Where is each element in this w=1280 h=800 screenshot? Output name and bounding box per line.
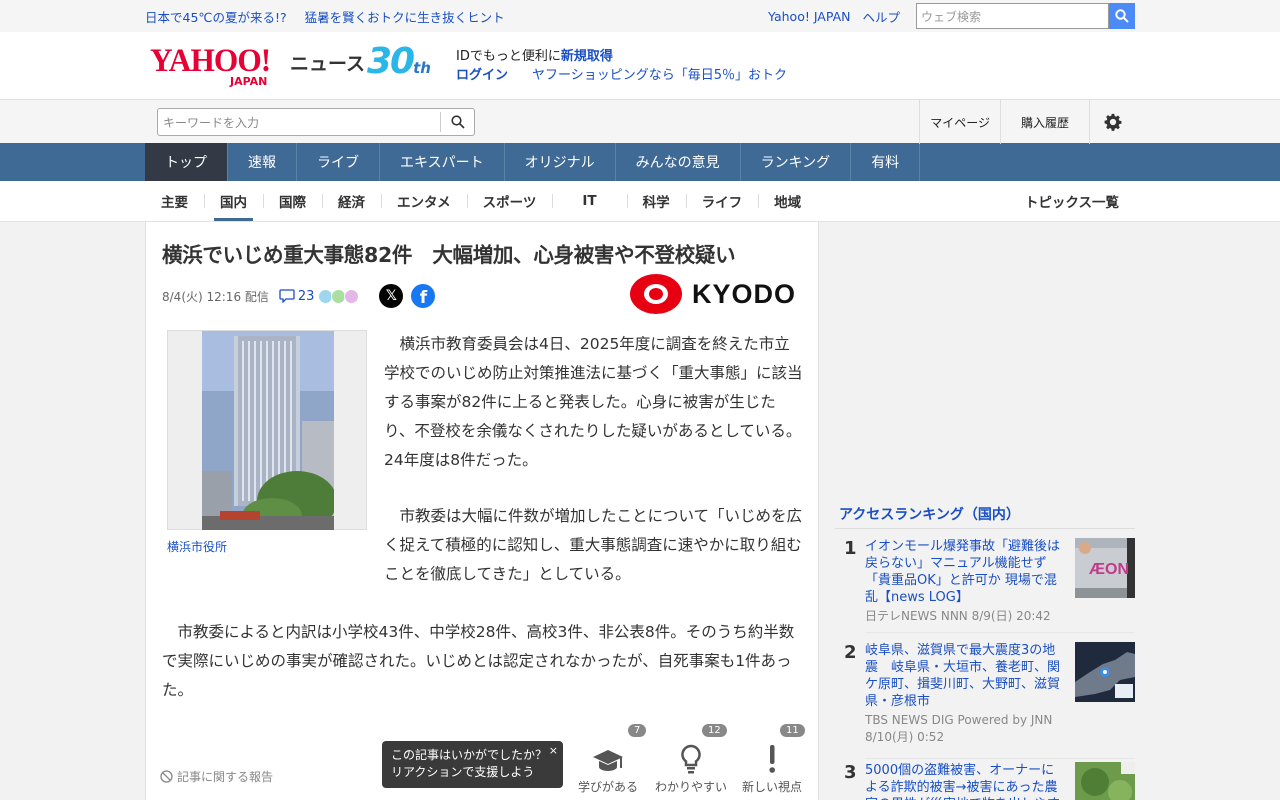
tab-expert[interactable]: エキスパート xyxy=(380,143,505,181)
exclamation-icon xyxy=(740,738,804,774)
ranking-source: 日テレNEWS NNN 8/9(日) 20:42 xyxy=(865,609,1051,623)
account-area: IDでもっと便利に新規取得 ログイン ヤフーショッピングなら「毎日5％」おトク xyxy=(456,47,787,85)
search-icon xyxy=(450,115,465,129)
global-nav: トップ 速報 ライブ エキスパート オリジナル みんなの意見 ランキング 有料 xyxy=(0,143,1280,181)
divider xyxy=(865,632,1135,633)
ranking-title[interactable]: イオンモール爆発事故「避難後は戻らない」マニュアル機能せず「貴重品OK」と許可か… xyxy=(865,538,1065,606)
lightbulb-icon xyxy=(654,738,728,774)
reaction-clear[interactable]: 12 わかりやすい xyxy=(654,724,728,795)
id-promo-text: IDでもっと便利に xyxy=(456,49,561,64)
tab-opinions[interactable]: みんなの意見 xyxy=(616,143,741,181)
thumbnail-text: ÆON xyxy=(1089,561,1129,578)
category-local[interactable]: 地域 xyxy=(758,181,817,221)
shopping-promo-link[interactable]: ヤフーショッピングなら「毎日5％」おトク xyxy=(532,68,787,83)
photo-caption: 横浜市役所 xyxy=(167,540,228,554)
category-main[interactable]: 主要 xyxy=(145,181,204,221)
graduation-cap-icon xyxy=(576,738,640,774)
category-entertainment[interactable]: エンタメ xyxy=(381,181,467,221)
help-link[interactable]: ヘルプ xyxy=(862,7,900,26)
promo-link-tips[interactable]: 猛暑を賢くおトクに生き抜くヒント xyxy=(305,10,505,25)
rank-number: 1 xyxy=(844,538,857,559)
utility-links: Yahoo! JAPAN ヘルプ ウェブ検索 xyxy=(768,3,1135,29)
comment-icon xyxy=(279,289,295,303)
reaction-learning[interactable]: 7 学びがある xyxy=(576,724,647,795)
kyodo-mark-icon xyxy=(629,274,682,314)
report-article-link[interactable]: 記事に関する報告 xyxy=(160,768,273,785)
article-paragraph-2: 市教委は大幅に件数が増加したことについて「いじめを広く捉えて積極的に認知し、重大… xyxy=(384,507,803,583)
top-utility-bar: 日本で45℃の夏が来る!? 猛暑を賢くおトクに生き抜くヒント Yahoo! JA… xyxy=(0,0,1280,32)
article-meta: 8/4(火) 12:16 配信 23 𝕏 f xyxy=(162,284,436,308)
yahoo-japan-logo[interactable]: YAHOO! JAPAN xyxy=(150,45,277,89)
category-it[interactable]: IT xyxy=(552,181,626,221)
publisher-logo[interactable]: KYODO xyxy=(629,274,796,314)
ranking-title[interactable]: 5000個の盗難被害、オーナーによる詐欺的被害→被害にあった農家の男性が災害地で… xyxy=(865,762,1065,800)
category-science[interactable]: 科学 xyxy=(626,181,686,221)
reaction-count: 7 xyxy=(628,724,647,737)
prohibit-icon xyxy=(160,770,173,783)
tab-live[interactable]: ライブ xyxy=(297,143,380,181)
category-nav: 主要 国内 国際 経済 エンタメ スポーツ IT 科学 ライフ 地域 トピックス… xyxy=(0,181,1280,222)
divider xyxy=(835,528,1135,529)
reaction-faces-icon[interactable] xyxy=(318,288,360,304)
promo-links: 日本で45℃の夏が来る!? 猛暑を賢くおトクに生き抜くヒント xyxy=(145,7,505,26)
access-ranking-title[interactable]: アクセスランキング（国内） xyxy=(839,504,1020,524)
city-hall-building-image xyxy=(202,331,334,530)
tab-ranking[interactable]: ランキング xyxy=(741,143,852,181)
reaction-new-perspective[interactable]: 11 新しい視点 xyxy=(740,724,805,795)
gear-icon xyxy=(1104,113,1121,131)
divider xyxy=(865,758,1135,759)
keyword-search-button[interactable] xyxy=(440,112,474,132)
ranking-thumbnail-earthquake-map[interactable] xyxy=(1075,642,1135,702)
reaction-prompt-tooltip: この記事はいかがでしたか？ リアクションで支援しよう × xyxy=(382,741,563,788)
promo-link-heat[interactable]: 日本で45℃の夏が来る!? xyxy=(145,10,287,25)
keyword-search-input[interactable]: キーワードを入力 xyxy=(157,108,475,136)
purchase-history-link[interactable]: 購入履歴 xyxy=(999,100,1089,144)
tooltip-line-2: リアクションで支援しよう xyxy=(391,765,535,779)
tab-top[interactable]: トップ xyxy=(145,143,228,181)
30th-anniversary-logo[interactable]: 30th xyxy=(367,44,431,80)
ranking-title[interactable]: 岐阜県、滋賀県で最大震度3の地震 岐阜県・大垣市、養老町、関ケ原町、揖斐川町、大… xyxy=(865,642,1065,710)
tab-original[interactable]: オリジナル xyxy=(505,143,616,181)
search-icon xyxy=(1115,9,1129,23)
reaction-count: 12 xyxy=(702,724,727,737)
category-economy[interactable]: 経済 xyxy=(322,181,381,221)
web-search-button[interactable] xyxy=(1109,3,1135,29)
web-search-input[interactable]: ウェブ検索 xyxy=(916,3,1109,29)
ranking-thumbnail[interactable]: ÆON xyxy=(1075,538,1135,598)
register-link[interactable]: 新規取得 xyxy=(561,49,613,64)
tab-paid[interactable]: 有料 xyxy=(851,143,921,181)
category-life[interactable]: ライフ xyxy=(685,181,759,221)
yahoo-japan-link[interactable]: Yahoo! JAPAN xyxy=(768,9,850,24)
login-link[interactable]: ログイン xyxy=(456,68,508,83)
news-search-bar: キーワードを入力 マイページ 購入履歴 xyxy=(0,99,1280,144)
category-sports[interactable]: スポーツ xyxy=(466,181,553,221)
category-domestic[interactable]: 国内 xyxy=(204,181,263,221)
category-world[interactable]: 国際 xyxy=(263,181,322,221)
news-service-name[interactable]: ニュース xyxy=(290,49,365,76)
rank-number: 3 xyxy=(844,762,857,783)
user-menu: マイページ 購入履歴 xyxy=(919,100,1135,144)
article-title: 横浜でいじめ重大事態82件 大幅増加、心身被害や不登校疑い xyxy=(162,243,736,267)
publish-date: 8/4(火) 12:16 配信 xyxy=(162,289,269,304)
mypage-link[interactable]: マイページ xyxy=(919,100,1000,144)
site-header: YAHOO! JAPAN ニュース 30th IDでもっと便利に新規取得 ログイ… xyxy=(0,32,1280,99)
tooltip-line-1: この記事はいかがでしたか？ xyxy=(391,748,548,762)
tooltip-close-button[interactable]: × xyxy=(549,742,558,759)
article: 横浜でいじめ重大事態82件 大幅増加、心身被害や不登校疑い 8/4(火) 12:… xyxy=(145,222,819,800)
ranking-thumbnail-farm[interactable] xyxy=(1075,762,1135,800)
comments-link[interactable]: 23 xyxy=(279,288,315,304)
x-share-button[interactable]: 𝕏 xyxy=(379,284,404,308)
topics-list-link[interactable]: トピックス一覧 xyxy=(1025,181,1119,221)
ranking-source: TBS NEWS DIG Powered by JNN 8/10(月) 0:52 xyxy=(865,713,1053,744)
article-paragraph-1: 横浜市教育委員会は4日、2025年度に調査を終えた市立学校でのいじめ防止対策推進… xyxy=(384,335,803,469)
comment-count: 23 xyxy=(297,288,315,304)
facebook-share-button[interactable]: f xyxy=(411,284,436,308)
rank-number: 2 xyxy=(844,642,857,663)
settings-button[interactable] xyxy=(1089,100,1135,144)
tab-breaking[interactable]: 速報 xyxy=(228,143,297,181)
article-photo[interactable] xyxy=(167,330,367,530)
web-search: ウェブ検索 xyxy=(916,3,1135,29)
article-paragraph-3: 市教委によると内訳は小学校43件、中学校28件、高校3件、非公表8件。そのうち約… xyxy=(162,623,795,699)
reaction-count: 11 xyxy=(780,724,805,737)
